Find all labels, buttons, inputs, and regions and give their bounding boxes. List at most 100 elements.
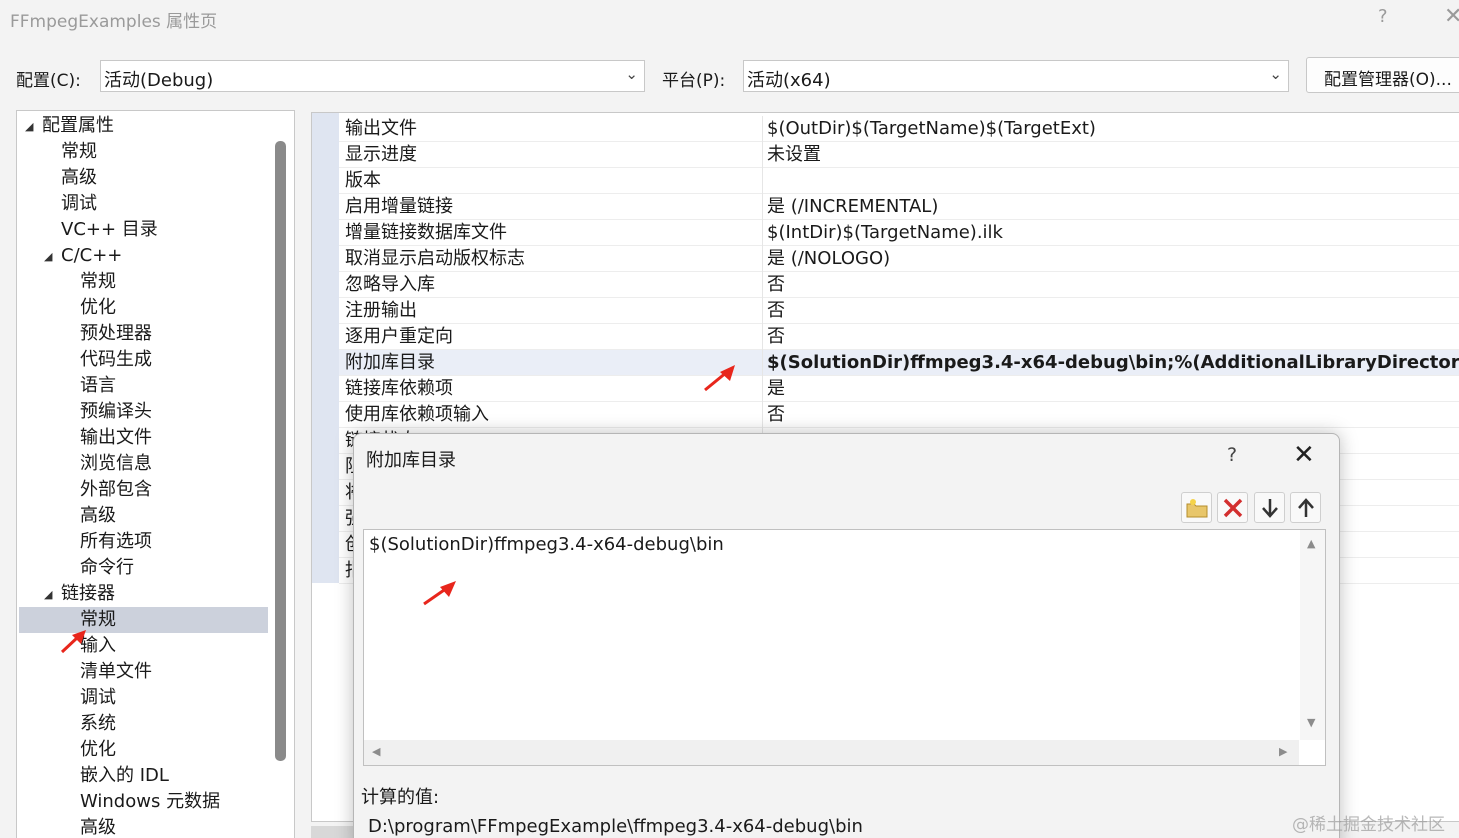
platform-label: 平台(P): [662,71,726,91]
property-value[interactable]: 未设置 [767,142,821,168]
delete-button[interactable] [1217,492,1248,523]
new-folder-button[interactable] [1181,492,1212,523]
platform-select[interactable]: 活动(x64) ⌄ [743,60,1289,92]
property-row[interactable]: 逐用户重定向 否 [339,324,1459,350]
computed-value-label: 计算的值: [361,787,440,808]
chevron-down-icon: ⌄ [625,65,638,83]
list-vertical-scrollbar[interactable]: ▲ ▼ [1300,530,1325,740]
property-value[interactable]: $(SolutionDir)ffmpeg3.4-x64-debug\bin;%(… [767,350,1459,376]
tree-item[interactable]: 高级 [61,165,97,191]
dialog-help-button[interactable]: ? [1227,444,1237,466]
scroll-up-arrow-icon[interactable]: ▲ [1307,537,1315,550]
property-value[interactable]: $(OutDir)$(TargetName)$(TargetExt) [767,116,1096,142]
column-divider [762,142,763,168]
tree-item[interactable]: 清单文件 [80,659,152,685]
column-divider [762,376,763,402]
expand-triangle-icon[interactable]: ◢ [25,120,33,133]
property-name: 注册输出 [345,300,417,321]
directory-entry[interactable]: $(SolutionDir)ffmpeg3.4-x64-debug\bin [369,534,724,555]
tree-item[interactable]: 常规 [80,269,116,295]
column-divider [762,350,763,376]
tree-item[interactable]: 链接器 [61,581,115,607]
column-divider [762,298,763,324]
dialog-title: 附加库目录 [366,450,456,471]
tree-item[interactable]: 所有选项 [80,529,152,555]
property-value[interactable]: $(IntDir)$(TargetName).ilk [767,220,1003,246]
config-manager-button[interactable]: 配置管理器(O)... [1306,57,1459,93]
property-name: 取消显示启动版权标志 [345,248,525,269]
config-value: 活动(Debug) [104,70,214,91]
scroll-right-arrow-icon[interactable]: ▶ [1279,745,1287,758]
tree-item[interactable]: 嵌入的 IDL [80,763,169,789]
tree-item[interactable]: Windows 元数据 [80,789,220,815]
property-row[interactable]: 输出文件 $(OutDir)$(TargetName)$(TargetExt) [339,116,1459,142]
close-button[interactable]: ✕ [1444,4,1459,29]
property-value[interactable]: 否 [767,272,785,298]
delete-icon [1223,498,1243,518]
expand-triangle-icon[interactable]: ◢ [44,250,52,263]
tree-item[interactable]: 优化 [80,295,116,321]
tree-scrollbar[interactable] [275,141,286,761]
property-name: 增量链接数据库文件 [345,222,507,243]
expand-triangle-icon[interactable]: ◢ [44,588,52,601]
property-row[interactable]: 显示进度 未设置 [339,142,1459,168]
property-name: 链接库依赖项 [345,378,453,399]
property-value[interactable]: 是 (/INCREMENTAL) [767,194,938,220]
property-row[interactable]: 增量链接数据库文件 $(IntDir)$(TargetName).ilk [339,220,1459,246]
tree-item[interactable]: C/C++ [61,243,122,269]
tree-item[interactable]: 高级 [80,815,116,838]
tree-item[interactable]: 调试 [61,191,97,217]
tree-item[interactable]: 输出文件 [80,425,152,451]
help-button[interactable]: ? [1378,6,1388,27]
property-tree[interactable]: ◢ 配置属性 常规 高级 调试 VC++ 目录 ◢ C/C++ 常规 优化 预处理器 代码生成 语言 预编… [16,110,295,838]
directory-list[interactable]: $(SolutionDir)ffmpeg3.4-x64-debug\bin ▲ … [363,529,1326,766]
tree-item[interactable]: 代码生成 [80,347,152,373]
property-value[interactable]: 否 [767,298,785,324]
tree-item[interactable]: 常规 [61,139,97,165]
scroll-left-arrow-icon[interactable]: ◀ [372,745,380,758]
property-value[interactable]: 是 (/NOLOGO) [767,246,890,272]
scroll-down-arrow-icon[interactable]: ▼ [1307,716,1315,729]
column-divider [762,402,763,428]
column-divider [762,168,763,194]
column-divider [762,246,763,272]
property-row[interactable]: 附加库目录 $(SolutionDir)ffmpeg3.4-x64-debug\b… [339,350,1459,376]
tree-item[interactable]: 优化 [80,737,116,763]
property-row[interactable]: 注册输出 否 [339,298,1459,324]
property-row[interactable]: 链接库依赖项 是 [339,376,1459,402]
dialog-close-button[interactable]: ✕ [1293,440,1315,470]
move-up-button[interactable] [1290,492,1321,523]
property-value[interactable]: 是 [767,376,785,402]
tree-item[interactable]: 预编译头 [80,399,152,425]
chevron-down-icon: ⌄ [1269,65,1282,83]
property-name: 使用库依赖项输入 [345,404,489,425]
list-horizontal-scrollbar[interactable]: ◀ ▶ [364,740,1299,765]
tree-item[interactable]: 调试 [80,685,116,711]
tree-item[interactable]: 配置属性 [42,113,114,139]
tree-item[interactable]: 命令行 [80,555,134,581]
title-bar: FFmpegExamples 属性页 ? ✕ [0,0,1459,40]
property-row[interactable]: 使用库依赖项输入 否 [339,402,1459,428]
tree-item[interactable]: 浏览信息 [80,451,152,477]
tree-item[interactable]: 预处理器 [80,321,152,347]
property-row[interactable]: 取消显示启动版权标志 是 (/NOLOGO) [339,246,1459,272]
property-row[interactable]: 启用增量链接 是 (/INCREMENTAL) [339,194,1459,220]
tree-selection-highlight [19,607,268,633]
tree-item[interactable]: VC++ 目录 [61,217,158,243]
tree-item[interactable]: 语言 [80,373,116,399]
additional-library-dialog: 附加库目录 ? ✕ $(SolutionDir)ffmpeg3.4-x64-de… [353,433,1340,838]
move-down-button[interactable] [1254,492,1285,523]
window-title: FFmpegExamples 属性页 [10,12,218,32]
move-down-icon [1262,499,1278,518]
new-folder-icon [1186,499,1208,518]
tree-item[interactable]: 高级 [80,503,116,529]
property-row[interactable]: 忽略导入库 否 [339,272,1459,298]
property-row[interactable]: 版本 [339,168,1459,194]
property-value[interactable]: 否 [767,324,785,350]
config-select[interactable]: 活动(Debug) ⌄ [100,60,645,92]
tree-item[interactable]: 系统 [80,711,116,737]
tree-item[interactable]: 外部包含 [80,477,152,503]
property-name: 显示进度 [345,144,417,165]
column-divider [762,220,763,246]
property-value[interactable]: 否 [767,402,785,428]
